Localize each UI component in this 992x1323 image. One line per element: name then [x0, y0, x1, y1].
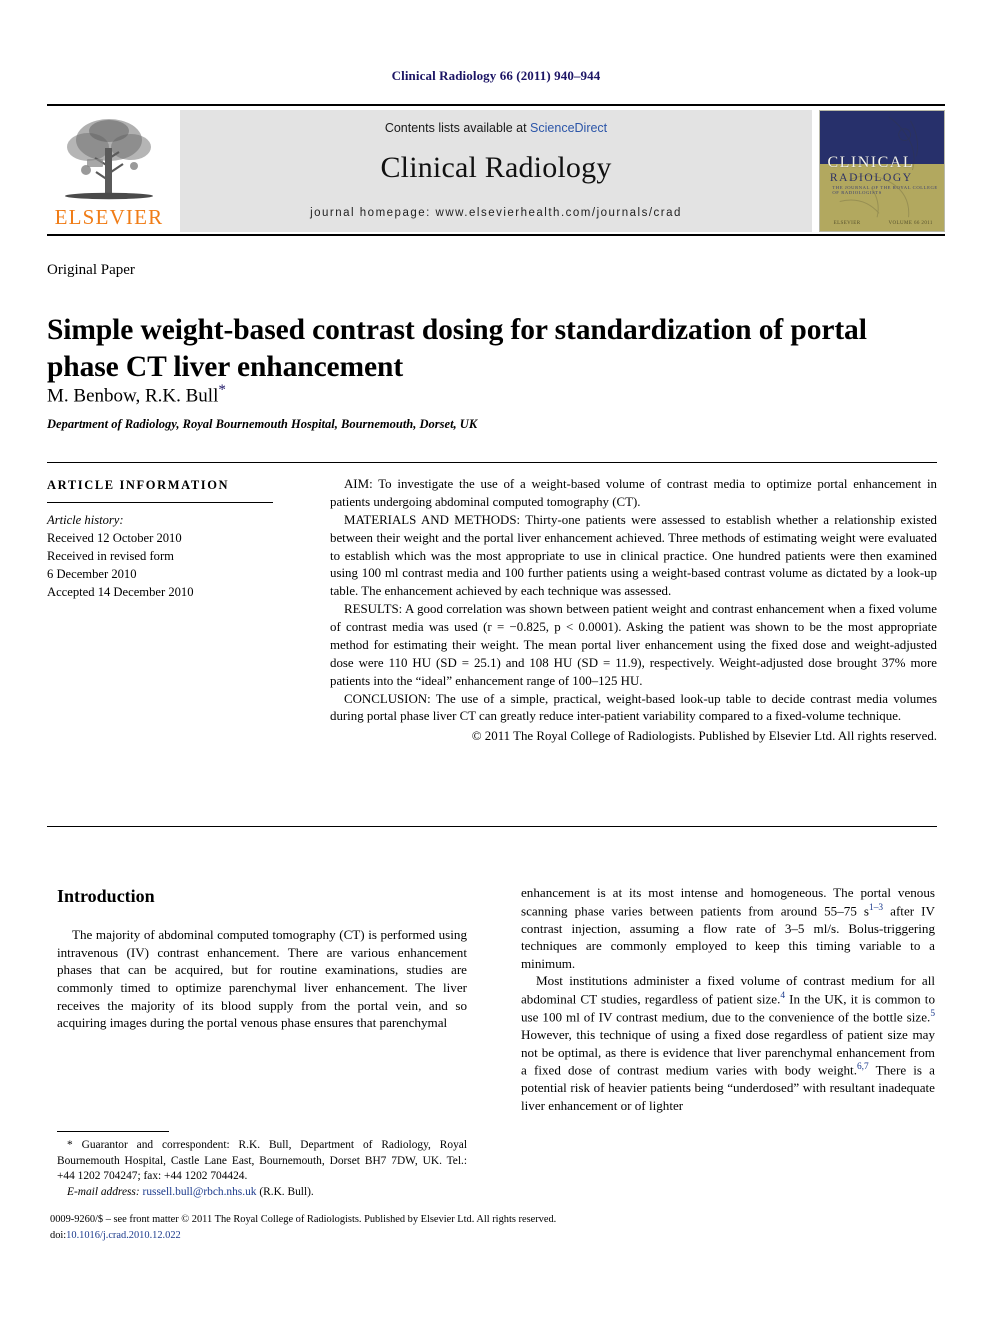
- corresponding-author-footnote: * Guarantor and correspondent: R.K. Bull…: [57, 1138, 467, 1185]
- email-owner: (R.K. Bull).: [256, 1186, 314, 1199]
- abstract-conclusion-label: CONCLUSION:: [344, 691, 431, 706]
- article-type-label: Original Paper: [47, 262, 135, 278]
- citation-ref-5[interactable]: 5: [930, 1009, 935, 1019]
- elsevier-wordmark: ELSEVIER: [54, 205, 164, 229]
- author-list: M. Benbow, R.K. Bull*: [47, 382, 226, 407]
- article-history-label: Article history:: [47, 513, 124, 527]
- issn-copyright-line: 0009-9260/$ – see front matter © 2011 Th…: [50, 1214, 557, 1225]
- abstract-aim: AIM: To investigate the use of a weight-…: [330, 476, 937, 512]
- cover-publisher: ELSEVIER: [833, 221, 861, 227]
- doi-link[interactable]: 10.1016/j.crad.2010.12.022: [66, 1230, 181, 1241]
- abstract-rule-top: [47, 462, 937, 463]
- imprint-block: 0009-9260/$ – see front matter © 2011 Th…: [50, 1212, 940, 1243]
- abstract-results-text: A good correlation was shown between pat…: [330, 602, 937, 688]
- article-history-block: Article history: Received 12 October 201…: [47, 512, 287, 601]
- footnote-text: Guarantor and correspondent: R.K. Bull, …: [57, 1139, 467, 1183]
- author-names: M. Benbow, R.K. Bull: [47, 385, 219, 407]
- journal-masthead: ELSEVIER Contents lists available at Sci…: [47, 104, 945, 236]
- abstract-methods: MATERIALS AND METHODS: Thirty-one patien…: [330, 512, 937, 601]
- cover-volume: VOLUME 66 2011: [888, 221, 933, 227]
- email-label: E-mail address:: [67, 1186, 140, 1199]
- journal-homepage-url[interactable]: journal homepage: www.elsevierhealth.com…: [310, 207, 682, 219]
- elsevier-logo: ELSEVIER: [47, 110, 171, 232]
- citation-ref-1-3[interactable]: 1–3: [869, 903, 883, 913]
- abstract-rule-bottom: [47, 826, 937, 827]
- article-information-rule: [47, 502, 273, 503]
- affiliation: Department of Radiology, Royal Bournemou…: [47, 417, 478, 431]
- article-accepted-date: Accepted 14 December 2010: [47, 584, 194, 599]
- sciencedirect-band: Contents lists available at ScienceDirec…: [180, 110, 812, 232]
- introduction-paragraph-2: Most institutions administer a fixed vol…: [521, 972, 935, 1114]
- journal-title: Clinical Radiology: [380, 151, 612, 184]
- corresponding-author-marker: *: [218, 382, 226, 398]
- sciencedirect-link[interactable]: ScienceDirect: [530, 121, 607, 135]
- journal-article-page: Clinical Radiology 66 (2011) 940–944 ELS…: [0, 0, 992, 1323]
- contents-available-line: Contents lists available at ScienceDirec…: [385, 121, 607, 135]
- intro-p1-text-a: enhancement is at its most intense and h…: [521, 885, 935, 918]
- article-information-heading: ARTICLE INFORMATION: [47, 478, 230, 492]
- introduction-paragraph-1-continued: enhancement is at its most intense and h…: [521, 884, 935, 972]
- introduction-paragraph-1-left: The majority of abdominal computed tomog…: [57, 927, 467, 1031]
- abstract-conclusion: CONCLUSION: The use of a simple, practic…: [330, 691, 937, 727]
- abstract-results: RESULTS: A good correlation was shown be…: [330, 601, 937, 690]
- elsevier-tree-icon: [65, 119, 153, 200]
- article-received-date: Received 12 October 2010: [47, 530, 182, 545]
- running-head: Clinical Radiology 66 (2011) 940–944: [391, 68, 601, 83]
- cover-title-line1: CLINICAL: [827, 154, 915, 172]
- cover-subtitle: THE JOURNAL OF THE ROYAL COLLEGE OF RADI…: [832, 185, 938, 196]
- doi-line: doi:10.1016/j.crad.2010.12.022: [50, 1228, 940, 1244]
- footnote-block: * Guarantor and correspondent: R.K. Bull…: [57, 1138, 467, 1201]
- abstract-methods-label: MATERIALS AND METHODS:: [344, 512, 521, 527]
- abstract: AIM: To investigate the use of a weight-…: [330, 476, 937, 746]
- journal-cover-thumbnail: CLINICAL RADIOLOGY THE JOURNAL OF THE RO…: [819, 110, 945, 232]
- doi-prefix: doi:: [50, 1229, 67, 1241]
- article-revised-label: Received in revised form: [47, 548, 174, 563]
- page-title: Simple weight-based contrast dosing for …: [47, 313, 867, 383]
- email-footnote: E-mail address: russell.bull@rbch.nhs.uk…: [57, 1185, 467, 1201]
- introduction-heading: Introduction: [57, 886, 155, 906]
- abstract-results-label: RESULTS:: [344, 602, 403, 617]
- email-link[interactable]: russell.bull@rbch.nhs.uk: [143, 1186, 257, 1198]
- article-revised-date: 6 December 2010: [47, 566, 137, 581]
- abstract-copyright: © 2011 The Royal College of Radiologists…: [471, 729, 937, 744]
- cover-title-line2: RADIOLOGY: [829, 172, 913, 185]
- body-column-right: enhancement is at its most intense and h…: [521, 884, 935, 1114]
- footnote-rule: [57, 1131, 169, 1132]
- contents-available-prefix: Contents lists available at: [384, 121, 531, 135]
- body-column-left: Introduction The majority of abdominal c…: [57, 884, 467, 1032]
- masthead-rule-top: [47, 104, 945, 106]
- abstract-aim-label: AIM:: [344, 477, 373, 491]
- citation-ref-6-7[interactable]: 6,7: [857, 1062, 869, 1072]
- masthead-rule-bottom: [47, 234, 945, 236]
- abstract-aim-text: To investigate the use of a weight-based…: [330, 477, 937, 509]
